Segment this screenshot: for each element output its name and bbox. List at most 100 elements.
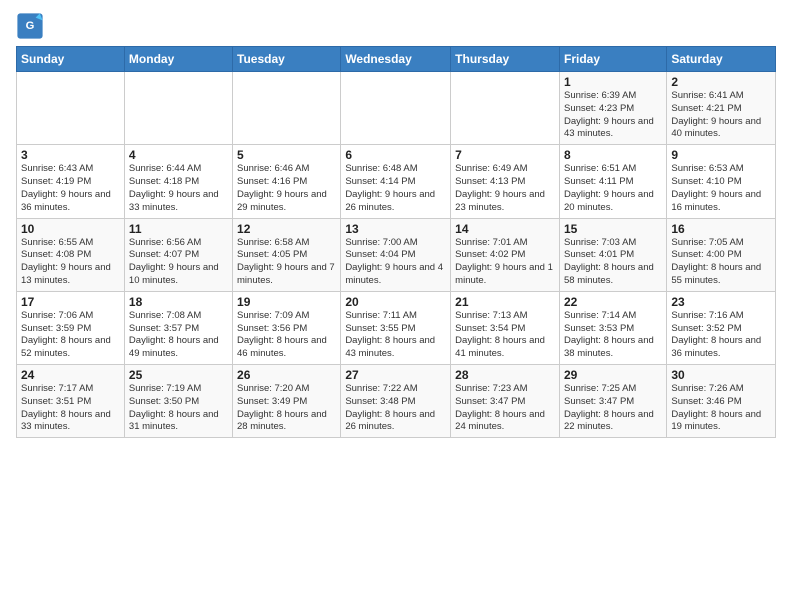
- day-info: Sunrise: 6:58 AM Sunset: 4:05 PM Dayligh…: [237, 237, 336, 288]
- calendar-cell: 22Sunrise: 7:14 AM Sunset: 3:53 PM Dayli…: [559, 291, 666, 364]
- day-info: Sunrise: 7:08 AM Sunset: 3:57 PM Dayligh…: [129, 310, 228, 361]
- day-info: Sunrise: 6:56 AM Sunset: 4:07 PM Dayligh…: [129, 237, 228, 288]
- calendar-week-row: 3Sunrise: 6:43 AM Sunset: 4:19 PM Daylig…: [17, 145, 776, 218]
- calendar-cell: 12Sunrise: 6:58 AM Sunset: 4:05 PM Dayli…: [233, 218, 341, 291]
- day-info: Sunrise: 6:44 AM Sunset: 4:18 PM Dayligh…: [129, 163, 228, 214]
- day-info: Sunrise: 6:46 AM Sunset: 4:16 PM Dayligh…: [237, 163, 336, 214]
- day-number: 10: [21, 222, 120, 236]
- day-info: Sunrise: 6:51 AM Sunset: 4:11 PM Dayligh…: [564, 163, 662, 214]
- day-number: 3: [21, 148, 120, 162]
- day-number: 17: [21, 295, 120, 309]
- weekday-header: Friday: [559, 47, 666, 72]
- calendar-cell: 14Sunrise: 7:01 AM Sunset: 4:02 PM Dayli…: [451, 218, 560, 291]
- calendar-cell: 8Sunrise: 6:51 AM Sunset: 4:11 PM Daylig…: [559, 145, 666, 218]
- calendar-cell: 23Sunrise: 7:16 AM Sunset: 3:52 PM Dayli…: [667, 291, 776, 364]
- day-info: Sunrise: 7:03 AM Sunset: 4:01 PM Dayligh…: [564, 237, 662, 288]
- day-number: 14: [455, 222, 555, 236]
- day-number: 27: [345, 368, 446, 382]
- calendar: SundayMondayTuesdayWednesdayThursdayFrid…: [16, 46, 776, 438]
- day-number: 11: [129, 222, 228, 236]
- day-info: Sunrise: 6:41 AM Sunset: 4:21 PM Dayligh…: [671, 90, 771, 141]
- day-info: Sunrise: 7:14 AM Sunset: 3:53 PM Dayligh…: [564, 310, 662, 361]
- day-number: 16: [671, 222, 771, 236]
- day-number: 19: [237, 295, 336, 309]
- day-number: 22: [564, 295, 662, 309]
- calendar-cell: 3Sunrise: 6:43 AM Sunset: 4:19 PM Daylig…: [17, 145, 125, 218]
- day-number: 25: [129, 368, 228, 382]
- day-number: 29: [564, 368, 662, 382]
- day-info: Sunrise: 7:25 AM Sunset: 3:47 PM Dayligh…: [564, 383, 662, 434]
- calendar-cell: [451, 72, 560, 145]
- calendar-cell: 15Sunrise: 7:03 AM Sunset: 4:01 PM Dayli…: [559, 218, 666, 291]
- calendar-cell: 19Sunrise: 7:09 AM Sunset: 3:56 PM Dayli…: [233, 291, 341, 364]
- calendar-cell: 13Sunrise: 7:00 AM Sunset: 4:04 PM Dayli…: [341, 218, 451, 291]
- day-number: 1: [564, 75, 662, 89]
- logo: G: [16, 12, 48, 40]
- day-info: Sunrise: 6:48 AM Sunset: 4:14 PM Dayligh…: [345, 163, 446, 214]
- calendar-cell: 29Sunrise: 7:25 AM Sunset: 3:47 PM Dayli…: [559, 365, 666, 438]
- calendar-cell: 6Sunrise: 6:48 AM Sunset: 4:14 PM Daylig…: [341, 145, 451, 218]
- calendar-cell: 9Sunrise: 6:53 AM Sunset: 4:10 PM Daylig…: [667, 145, 776, 218]
- svg-text:G: G: [26, 20, 35, 32]
- weekday-header: Monday: [124, 47, 232, 72]
- calendar-cell: [341, 72, 451, 145]
- day-info: Sunrise: 6:49 AM Sunset: 4:13 PM Dayligh…: [455, 163, 555, 214]
- calendar-cell: 5Sunrise: 6:46 AM Sunset: 4:16 PM Daylig…: [233, 145, 341, 218]
- weekday-header: Thursday: [451, 47, 560, 72]
- day-info: Sunrise: 6:43 AM Sunset: 4:19 PM Dayligh…: [21, 163, 120, 214]
- weekday-header: Saturday: [667, 47, 776, 72]
- day-number: 30: [671, 368, 771, 382]
- logo-icon: G: [16, 12, 44, 40]
- day-info: Sunrise: 7:05 AM Sunset: 4:00 PM Dayligh…: [671, 237, 771, 288]
- calendar-week-row: 24Sunrise: 7:17 AM Sunset: 3:51 PM Dayli…: [17, 365, 776, 438]
- weekday-header: Wednesday: [341, 47, 451, 72]
- day-info: Sunrise: 7:23 AM Sunset: 3:47 PM Dayligh…: [455, 383, 555, 434]
- day-info: Sunrise: 7:13 AM Sunset: 3:54 PM Dayligh…: [455, 310, 555, 361]
- day-number: 8: [564, 148, 662, 162]
- day-number: 2: [671, 75, 771, 89]
- day-number: 13: [345, 222, 446, 236]
- day-number: 24: [21, 368, 120, 382]
- day-info: Sunrise: 7:09 AM Sunset: 3:56 PM Dayligh…: [237, 310, 336, 361]
- day-number: 26: [237, 368, 336, 382]
- day-number: 9: [671, 148, 771, 162]
- day-number: 4: [129, 148, 228, 162]
- day-number: 7: [455, 148, 555, 162]
- calendar-cell: 10Sunrise: 6:55 AM Sunset: 4:08 PM Dayli…: [17, 218, 125, 291]
- weekday-header: Sunday: [17, 47, 125, 72]
- day-info: Sunrise: 6:39 AM Sunset: 4:23 PM Dayligh…: [564, 90, 662, 141]
- calendar-cell: [233, 72, 341, 145]
- day-number: 12: [237, 222, 336, 236]
- day-info: Sunrise: 7:17 AM Sunset: 3:51 PM Dayligh…: [21, 383, 120, 434]
- calendar-cell: 1Sunrise: 6:39 AM Sunset: 4:23 PM Daylig…: [559, 72, 666, 145]
- day-info: Sunrise: 7:22 AM Sunset: 3:48 PM Dayligh…: [345, 383, 446, 434]
- day-info: Sunrise: 7:11 AM Sunset: 3:55 PM Dayligh…: [345, 310, 446, 361]
- page: G SundayMondayTuesdayWednesdayThursdayFr…: [0, 0, 792, 612]
- calendar-cell: 2Sunrise: 6:41 AM Sunset: 4:21 PM Daylig…: [667, 72, 776, 145]
- day-number: 21: [455, 295, 555, 309]
- day-number: 6: [345, 148, 446, 162]
- day-info: Sunrise: 7:06 AM Sunset: 3:59 PM Dayligh…: [21, 310, 120, 361]
- calendar-cell: 21Sunrise: 7:13 AM Sunset: 3:54 PM Dayli…: [451, 291, 560, 364]
- weekday-header: Tuesday: [233, 47, 341, 72]
- calendar-cell: 24Sunrise: 7:17 AM Sunset: 3:51 PM Dayli…: [17, 365, 125, 438]
- day-info: Sunrise: 7:20 AM Sunset: 3:49 PM Dayligh…: [237, 383, 336, 434]
- calendar-week-row: 17Sunrise: 7:06 AM Sunset: 3:59 PM Dayli…: [17, 291, 776, 364]
- calendar-header-row: SundayMondayTuesdayWednesdayThursdayFrid…: [17, 47, 776, 72]
- calendar-cell: [124, 72, 232, 145]
- day-info: Sunrise: 6:53 AM Sunset: 4:10 PM Dayligh…: [671, 163, 771, 214]
- calendar-cell: 25Sunrise: 7:19 AM Sunset: 3:50 PM Dayli…: [124, 365, 232, 438]
- day-number: 28: [455, 368, 555, 382]
- day-info: Sunrise: 7:01 AM Sunset: 4:02 PM Dayligh…: [455, 237, 555, 288]
- calendar-cell: 17Sunrise: 7:06 AM Sunset: 3:59 PM Dayli…: [17, 291, 125, 364]
- calendar-cell: 18Sunrise: 7:08 AM Sunset: 3:57 PM Dayli…: [124, 291, 232, 364]
- day-number: 20: [345, 295, 446, 309]
- calendar-cell: 20Sunrise: 7:11 AM Sunset: 3:55 PM Dayli…: [341, 291, 451, 364]
- day-number: 18: [129, 295, 228, 309]
- calendar-cell: [17, 72, 125, 145]
- day-info: Sunrise: 7:26 AM Sunset: 3:46 PM Dayligh…: [671, 383, 771, 434]
- calendar-cell: 30Sunrise: 7:26 AM Sunset: 3:46 PM Dayli…: [667, 365, 776, 438]
- day-info: Sunrise: 7:19 AM Sunset: 3:50 PM Dayligh…: [129, 383, 228, 434]
- day-number: 23: [671, 295, 771, 309]
- calendar-cell: 4Sunrise: 6:44 AM Sunset: 4:18 PM Daylig…: [124, 145, 232, 218]
